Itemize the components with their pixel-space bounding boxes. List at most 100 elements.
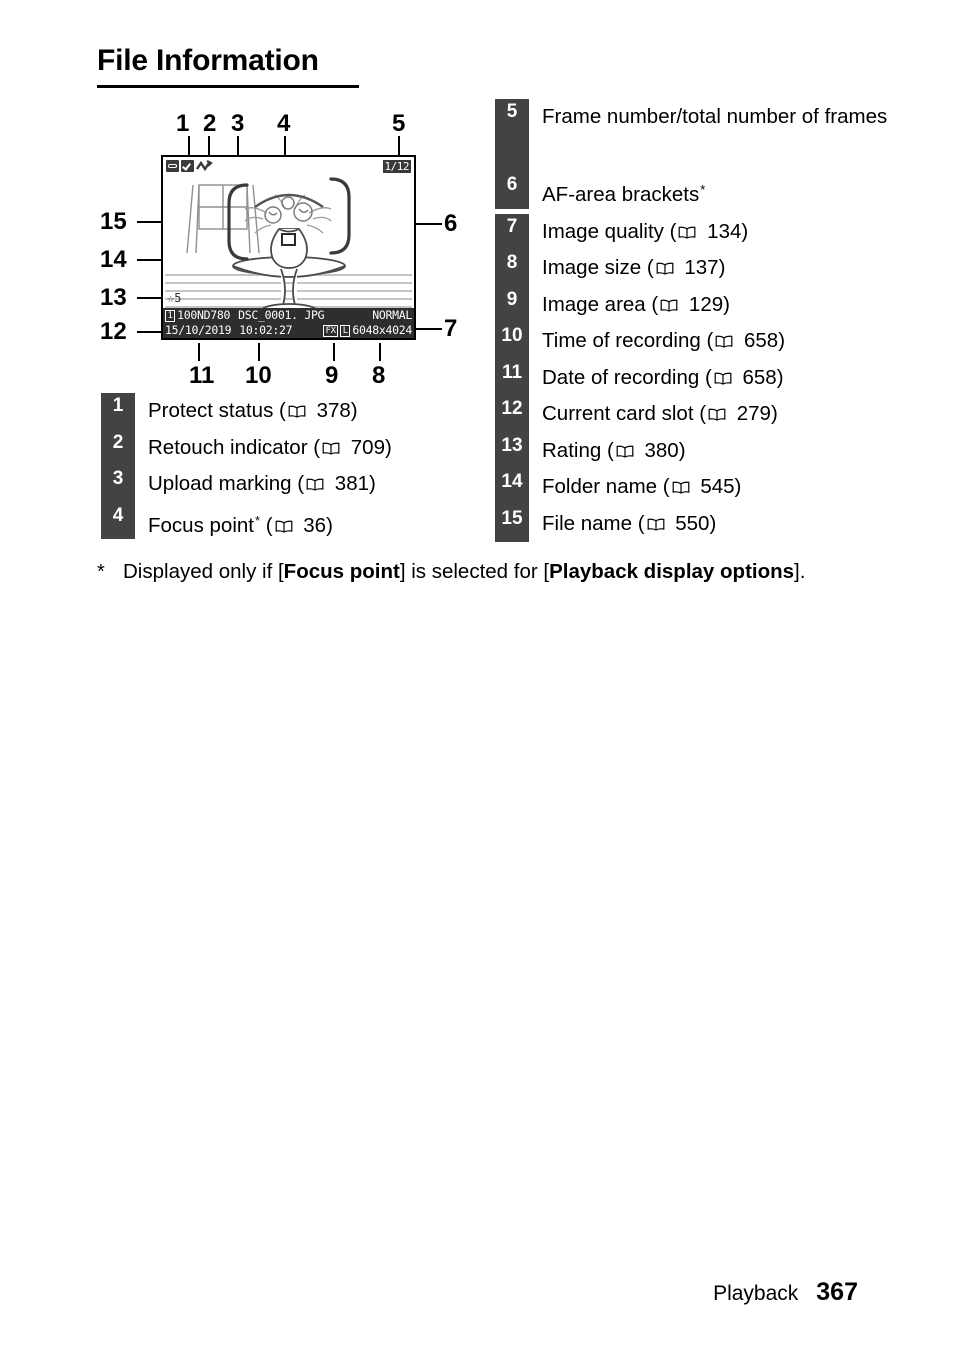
file-information-figure: 1 2 3 4 5 15 14 13 12 6 7 11 10 9 8 1/12… — [0, 0, 480, 400]
footnote-marker: * — [97, 561, 105, 583]
legend-badge-14: 14 — [495, 469, 529, 506]
legend-page-number: 658 — [736, 365, 777, 389]
footnote-part1: Displayed only if [ — [123, 560, 284, 583]
footnote: * Displayed only if [Focus point] is sel… — [97, 556, 837, 588]
book-reference-icon — [656, 251, 674, 275]
legend-page-number: 550 — [669, 511, 710, 535]
legend-row: 3 Upload marking ( 381) — [101, 466, 479, 503]
legend-page-ref: ( 378) — [273, 399, 358, 422]
callout-2: 2 — [203, 110, 217, 137]
legend-page-number: 36 — [297, 513, 327, 537]
leader-7 — [415, 328, 442, 330]
legend-badge-5: 5 — [495, 99, 529, 172]
legend-badge-3: 3 — [101, 466, 135, 503]
callout-7: 7 — [444, 315, 458, 342]
leader-11 — [198, 343, 200, 361]
legend-page-number: 381 — [329, 472, 370, 495]
book-reference-icon — [660, 288, 678, 312]
legend-page-ref: ( 658) — [699, 365, 784, 389]
legend-label-3: Upload marking ( 381) — [135, 466, 479, 503]
book-reference-icon — [288, 394, 306, 418]
legend-label-text: Protect status — [148, 399, 274, 422]
legend-label-text: Upload marking — [148, 472, 292, 495]
book-reference-icon — [647, 507, 665, 531]
legend-label-text: File name — [542, 511, 633, 535]
legend-label-10: Time of recording ( 658) — [529, 323, 895, 360]
legend-row: 9 Image area ( 129) — [495, 286, 895, 323]
leader-15 — [137, 221, 163, 223]
leader-1 — [188, 136, 190, 155]
rating-value: 5 — [174, 291, 182, 305]
legend-row: 8 Image size ( 137) — [495, 250, 895, 287]
book-reference-icon — [322, 431, 340, 455]
legend-label-text: Image quality — [542, 219, 664, 243]
legend-label-text: Time of recording — [542, 329, 701, 352]
leader-5 — [398, 136, 400, 155]
legend-label-7: Image quality ( 134) — [529, 214, 895, 251]
callout-11: 11 — [189, 362, 215, 389]
callout-9: 9 — [325, 362, 339, 389]
legend-badge-8: 8 — [495, 250, 529, 287]
callout-3: 3 — [231, 110, 245, 137]
camera-monitor-display: 1/12 ☆ 5 1 100ND780 DSC_0001. JPG NORMAL… — [161, 155, 416, 340]
legend-row: 5 Frame number/total number of frames — [495, 99, 895, 172]
legend-badge-11: 11 — [495, 359, 529, 396]
book-reference-icon — [306, 467, 324, 491]
legend-label-15: File name ( 550) — [529, 506, 895, 543]
book-reference-icon — [714, 361, 732, 385]
legend-page-ref: ( 709) — [308, 436, 392, 459]
monitor-info-row-1: 1 100ND780 DSC_0001. JPG NORMAL — [163, 308, 414, 323]
legend-badge-15: 15 — [495, 505, 529, 542]
book-reference-icon — [275, 509, 293, 533]
legend-label-8: Image size ( 137) — [529, 250, 895, 287]
image-quality-value: NORMAL — [372, 308, 412, 322]
legend-badge-12: 12 — [495, 396, 529, 433]
legend-page-ref: ( 137) — [641, 256, 726, 279]
legend-label-11: Date of recording ( 658) — [529, 360, 895, 397]
callout-15: 15 — [100, 208, 127, 235]
legend-label-14: Folder name ( 545) — [529, 469, 895, 506]
legend-page-ref: ( 134) — [664, 220, 749, 243]
legend-label-1: Protect status ( 378) — [135, 393, 479, 430]
footnote-bold1: Focus point — [283, 560, 400, 583]
card-slot-indicator: 1 — [165, 309, 176, 322]
leader-3 — [237, 136, 239, 155]
footnote-bold2: Playback display options — [549, 560, 795, 583]
legend-row: 2 Retouch indicator ( 709) — [101, 429, 479, 466]
legend-row: 14 Folder name ( 545) — [495, 469, 895, 506]
legend-page-number: 378 — [310, 399, 351, 422]
upload-marking-icon — [196, 159, 213, 173]
legend-badge-9: 9 — [495, 286, 529, 323]
legend-page-number: 137 — [678, 256, 719, 279]
monitor-scene: 1/12 ☆ 5 1 100ND780 DSC_0001. JPG NORMAL… — [163, 157, 414, 338]
legend-label-text: Frame number/total number of frames — [542, 105, 888, 128]
book-reference-icon — [616, 434, 634, 458]
legend-label-6: AF-area brackets* — [529, 172, 895, 214]
frame-counter: 1/12 — [382, 159, 411, 173]
legend-page-ref: ( 658) — [701, 329, 785, 352]
legend-list-right: 5 Frame number/total number of frames 6 AF-… — [495, 99, 895, 542]
leader-2 — [208, 136, 210, 155]
book-reference-icon — [715, 324, 733, 348]
book-reference-icon — [708, 397, 726, 421]
legend-badge-6: 6 — [495, 172, 529, 209]
legend-row: 6 AF-area brackets* — [495, 172, 895, 214]
legend-label-text: Folder name — [542, 475, 658, 498]
footnote-star-marker: * — [700, 182, 706, 197]
monitor-status-icons — [166, 159, 213, 173]
footnote-part2: ] is selected for [ — [399, 560, 550, 583]
legend-badge-1: 1 — [101, 393, 135, 430]
protect-key-icon — [166, 160, 179, 172]
legend-row: 4 Focus point* ( 36) — [101, 502, 479, 545]
rating-star-icon: ☆ — [167, 291, 175, 305]
book-reference-icon — [672, 470, 690, 494]
legend-page-ref: ( 550) — [632, 511, 717, 535]
legend-page-ref: ( 381) — [292, 472, 376, 495]
footer-page-number: 367 — [816, 1278, 858, 1306]
retouch-checkmark-icon — [181, 160, 194, 172]
page-footer: Playback 367 — [713, 1278, 858, 1307]
legend-badge-2: 2 — [101, 429, 135, 466]
folder-name-value: 100ND780 — [177, 308, 231, 322]
legend-page-ref: ( 380) — [601, 439, 686, 462]
legend-list-left: 1 Protect status ( 378) 2 Retouch indicator… — [101, 393, 479, 544]
